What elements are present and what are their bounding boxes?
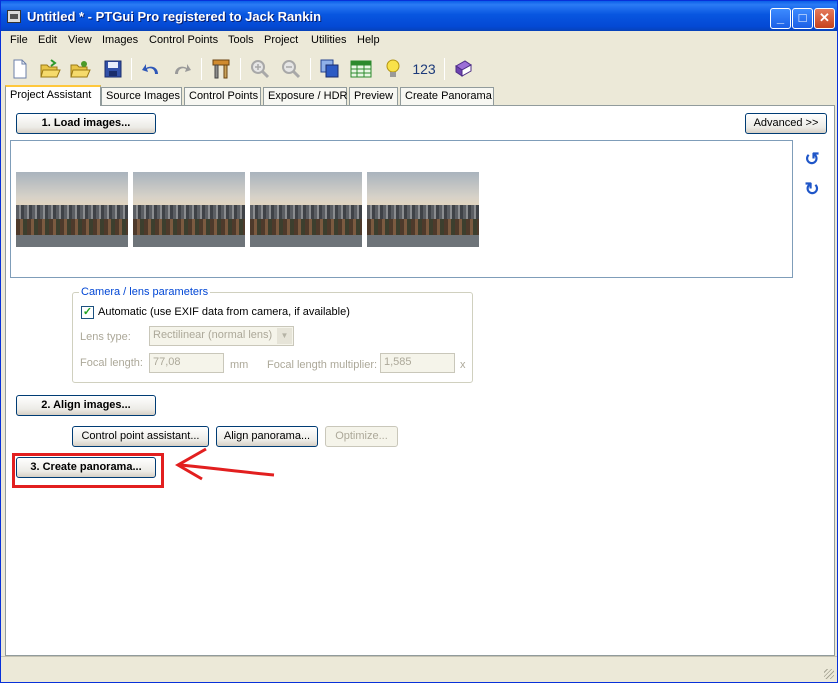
optimize-button[interactable]: Optimize... (325, 426, 398, 447)
lightbulb-icon[interactable] (382, 58, 404, 80)
advanced-button[interactable]: Advanced >> (745, 113, 827, 134)
rotate-right-icon[interactable]: ↻ (803, 180, 821, 198)
close-button[interactable]: ✕ (814, 8, 835, 29)
toolbar-separator (310, 58, 311, 80)
table-icon[interactable] (350, 58, 372, 80)
control-point-assistant-button[interactable]: Control point assistant... (72, 426, 209, 447)
multiplier-unit: x (460, 359, 466, 371)
tab-exposure-hdr[interactable]: Exposure / HDR (263, 87, 347, 105)
lens-type-dropdown[interactable]: Rectilinear (normal lens) ▼ (149, 326, 294, 346)
toolbar-separator (240, 58, 241, 80)
focal-length-label: Focal length: (80, 357, 143, 369)
rotate-left-icon[interactable]: ↺ (803, 150, 821, 168)
redo-icon[interactable] (171, 58, 193, 80)
open-icon[interactable] (39, 58, 61, 80)
resize-grip-icon[interactable] (824, 669, 834, 679)
app-window: Untitled * - PTGui Pro registered to Jac… (0, 0, 838, 683)
tab-preview[interactable]: Preview (349, 87, 398, 105)
menu-utilities[interactable]: Utilities (311, 34, 346, 46)
image-thumbnail[interactable] (250, 172, 362, 247)
image-thumbnail[interactable] (16, 172, 128, 247)
menu-view[interactable]: View (68, 34, 92, 46)
toolbar: 123 (1, 52, 837, 85)
save-icon[interactable] (102, 58, 124, 80)
menu-project[interactable]: Project (264, 34, 298, 46)
status-bar (1, 656, 837, 682)
open-recent-icon[interactable] (69, 58, 91, 80)
menu-bar: File Edit View Images Control Points Too… (1, 31, 837, 51)
chevron-down-icon: ▼ (277, 328, 292, 344)
menu-edit[interactable]: Edit (38, 34, 57, 46)
group-title: Camera / lens parameters (79, 286, 211, 298)
numbers-icon[interactable]: 123 (410, 58, 438, 80)
lens-type-value: Rectilinear (normal lens) (153, 329, 273, 341)
multiplier-label: Focal length multiplier: (267, 359, 378, 371)
align-panorama-button[interactable]: Align panorama... (216, 426, 318, 447)
images-list[interactable] (10, 140, 793, 278)
undo-icon[interactable] (140, 58, 162, 80)
layers-icon[interactable] (319, 58, 341, 80)
window-title: Untitled * - PTGui Pro registered to Jac… (27, 9, 322, 24)
annotation-arrow-icon (175, 447, 275, 481)
automatic-label: Automatic (use EXIF data from camera, if… (98, 306, 350, 318)
camera-lens-group: Camera / lens parameters ✓ Automatic (us… (72, 286, 473, 383)
tab-project-assistant[interactable]: Project Assistant (5, 85, 101, 106)
tools-icon[interactable] (210, 58, 232, 80)
menu-file[interactable]: File (10, 34, 28, 46)
zoom-out-icon[interactable] (280, 58, 302, 80)
lens-type-label: Lens type: (80, 331, 131, 343)
menu-images[interactable]: Images (102, 34, 138, 46)
app-icon[interactable] (7, 10, 21, 23)
load-images-button[interactable]: 1. Load images... (16, 113, 156, 134)
toolbar-separator (201, 58, 202, 80)
minimize-button[interactable]: _ (770, 8, 791, 29)
focal-length-unit: mm (230, 359, 249, 371)
tab-control-points[interactable]: Control Points (184, 87, 261, 105)
annotation-highlight-box (12, 453, 164, 488)
project-assistant-panel: 1. Load images... Advanced >> ↺ ↻ Camera… (5, 105, 835, 656)
toolbar-separator (444, 58, 445, 80)
menu-control-points[interactable]: Control Points (149, 34, 218, 46)
focal-length-field[interactable]: 77,08 (149, 353, 224, 373)
new-file-icon[interactable] (9, 58, 31, 80)
automatic-checkbox[interactable]: ✓ (81, 306, 94, 319)
tab-source-images[interactable]: Source Images (101, 87, 182, 105)
maximize-button[interactable]: □ (792, 8, 813, 29)
image-thumbnail[interactable] (133, 172, 245, 247)
toolbar-separator (131, 58, 132, 80)
tab-create-panorama[interactable]: Create Panorama (400, 87, 494, 105)
multiplier-field[interactable]: 1,585 (380, 353, 455, 373)
align-images-button[interactable]: 2. Align images... (16, 395, 156, 416)
menu-tools[interactable]: Tools (228, 34, 254, 46)
book-icon[interactable] (452, 58, 474, 80)
title-bar[interactable]: Untitled * - PTGui Pro registered to Jac… (1, 1, 837, 31)
menu-help[interactable]: Help (357, 34, 380, 46)
zoom-in-icon[interactable] (249, 58, 271, 80)
tab-bar: Project Assistant Source Images Control … (1, 85, 837, 106)
image-thumbnail[interactable] (367, 172, 479, 247)
